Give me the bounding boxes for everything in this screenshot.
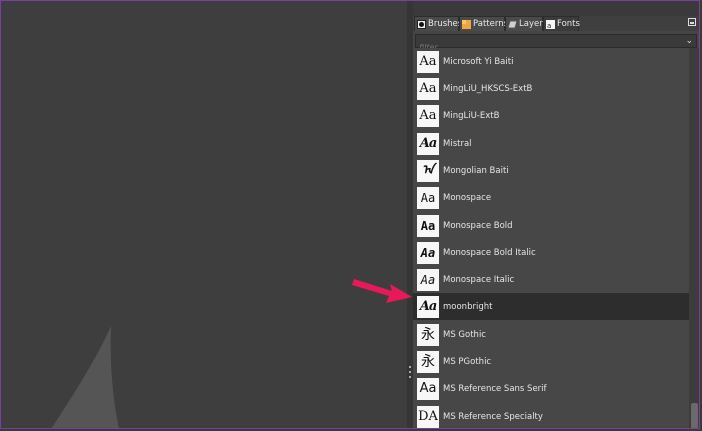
font-preview: Aa [417, 186, 439, 209]
font-preview: Aa [417, 104, 439, 127]
pattern-icon [462, 19, 471, 29]
tab-layers[interactable]: Layers [505, 16, 547, 31]
font-preview: 永 [417, 323, 439, 346]
font-preview: ᠠ [417, 159, 439, 182]
font-row[interactable]: ᠠ Mongolian Baiti [413, 157, 689, 184]
font-row[interactable]: Aa Monospace Bold Italic [413, 239, 689, 266]
chevron-down-icon[interactable]: ⌄ [685, 36, 693, 47]
font-name: Microsoft Yi Baiti [443, 56, 514, 67]
layers-icon [507, 20, 518, 29]
font-list-scrollbar[interactable] [689, 48, 700, 429]
tab-label: Fonts [557, 19, 580, 29]
font-name: Monospace [443, 192, 492, 203]
font-list: Aa Microsoft Yi Baiti Aa MingLiU_HKSCS-E… [413, 48, 689, 429]
font-name: MS Gothic [443, 329, 486, 340]
font-preview: 永 [417, 350, 439, 373]
font-preview: DA [417, 405, 439, 428]
font-row-selected[interactable]: Aa moonbright [413, 293, 689, 320]
font-name: MS Reference Sans Serif [443, 383, 547, 394]
scrollbar-thumb[interactable] [691, 403, 698, 429]
font-name: moonbright [443, 301, 493, 312]
font-preview: Aa [417, 295, 439, 318]
font-filter-field[interactable]: ⌄ [415, 34, 697, 54]
image-canvas[interactable] [1, 1, 407, 429]
font-row[interactable]: Aa Monospace Italic [413, 266, 689, 293]
configure-tab-icon[interactable] [688, 18, 696, 26]
font-name: MS PGothic [443, 356, 492, 367]
font-preview: Aa [417, 214, 439, 237]
font-row[interactable]: Aa MingLiU_HKSCS-ExtB [413, 75, 689, 102]
font-preview: Aa [417, 50, 439, 73]
font-name: Monospace Italic [443, 274, 515, 285]
font-row[interactable]: Aa Mistral [413, 130, 689, 157]
font-preview: Aa [417, 241, 439, 264]
font-row[interactable]: Aa Monospace Bold [413, 212, 689, 239]
brush-icon [417, 19, 426, 29]
canvas-shape [51, 326, 119, 429]
font-name: MingLiU_HKSCS-ExtB [443, 83, 533, 94]
font-row[interactable]: 永 MS Gothic [413, 321, 689, 348]
font-row[interactable]: Aa MingLiU-ExtB [413, 102, 689, 129]
tab-label: Patterns [473, 19, 509, 29]
svg-text:a: a [547, 22, 551, 29]
font-row[interactable]: DA MS Reference Specialty [413, 403, 689, 429]
tab-fonts[interactable]: a Fonts [543, 16, 580, 31]
font-name: MS Reference Specialty [443, 411, 543, 422]
dock-resize-handle[interactable] [409, 366, 412, 384]
font-name: Monospace Bold Italic [443, 247, 536, 258]
pointer-arrow-icon [352, 279, 412, 303]
tab-label: Brushes [428, 19, 463, 29]
font-name: MingLiU-ExtB [443, 110, 500, 121]
font-row[interactable]: Aa Microsoft Yi Baiti [413, 48, 689, 75]
font-row[interactable]: 永 MS PGothic [413, 348, 689, 375]
font-preview: Aa [417, 268, 439, 291]
tab-patterns[interactable]: Patterns [459, 16, 509, 31]
font-row[interactable]: Aa Monospace [413, 184, 689, 211]
font-icon: a [546, 19, 555, 30]
font-preview: Aa [417, 377, 439, 400]
font-name: Mongolian Baiti [443, 165, 509, 176]
font-name: Mistral [443, 138, 472, 149]
tab-brushes[interactable]: Brushes [414, 16, 463, 31]
fonts-dock-panel: Brushes Patterns Layers a Fonts ⌄ Aa [413, 16, 700, 429]
font-preview: Aa [417, 77, 439, 100]
font-name: Monospace Bold [443, 220, 513, 231]
dock-tabs: Brushes Patterns Layers a Fonts [413, 16, 700, 31]
font-preview: Aa [417, 132, 439, 155]
font-row[interactable]: Aa MS Reference Sans Serif [413, 375, 689, 402]
